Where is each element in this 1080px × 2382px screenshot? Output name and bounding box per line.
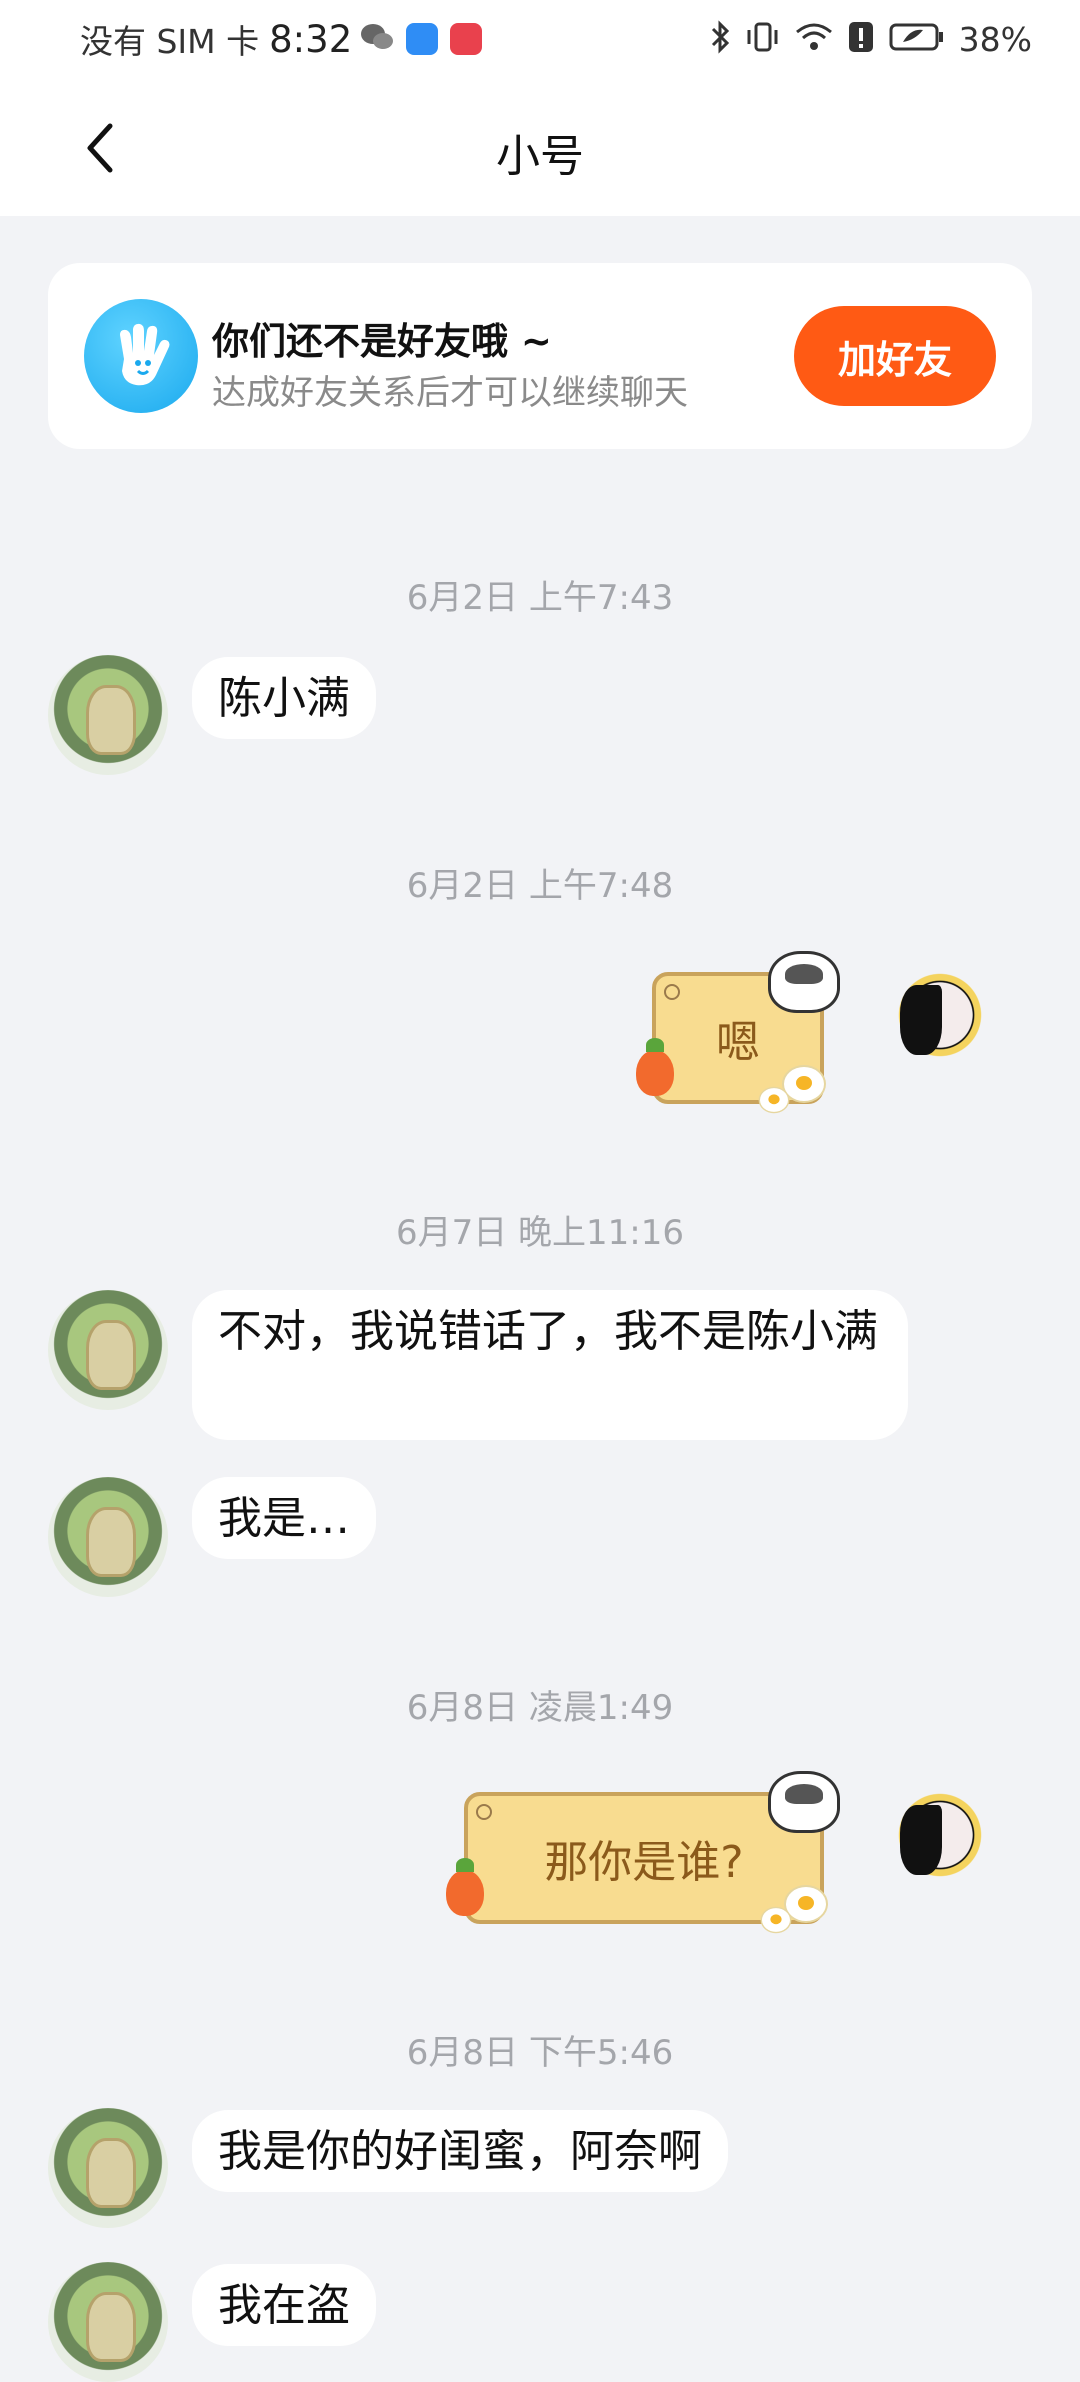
hand-wave-icon <box>84 299 198 413</box>
message-bubble[interactable]: 我在盗 <box>192 2264 376 2346</box>
my-avatar[interactable] <box>880 1775 1000 1895</box>
contact-avatar[interactable] <box>48 655 168 775</box>
sticker-text: 那你是谁? <box>544 1837 744 1888</box>
message-bubble[interactable]: 不对，我说错话了，我不是陈小满 <box>192 1290 908 1440</box>
timestamp: 6月7日 晚上11:16 <box>395 1213 685 1253</box>
timestamp: 6月2日 上午7:48 <box>406 866 674 906</box>
wechat-icon <box>360 22 394 56</box>
timestamp: 6月8日 下午5:46 <box>406 2033 674 2073</box>
battery-percent: 38% <box>958 19 1032 59</box>
banner-title: 你们还不是好友哦 ~ <box>212 320 552 363</box>
my-avatar[interactable] <box>880 955 1000 1075</box>
contact-avatar[interactable] <box>48 2108 168 2228</box>
contact-avatar[interactable] <box>48 2262 168 2382</box>
huawei-app-icon <box>450 23 483 55</box>
message-bubble[interactable]: 我是… <box>192 1477 376 1559</box>
vibrate-icon <box>745 20 781 58</box>
status-left: 没有 SIM 卡 8:32 <box>80 14 483 64</box>
message-bubble[interactable]: 陈小满 <box>192 657 376 739</box>
sticker-message[interactable]: 嗯 <box>628 945 846 1115</box>
alert-icon <box>847 20 875 58</box>
chat-title: 小号 <box>496 131 584 182</box>
clock: 8:32 <box>269 17 353 61</box>
timestamp: 6月2日 上午7:43 <box>406 578 674 618</box>
add-friend-button[interactable]: 加好友 <box>794 306 996 406</box>
bluetooth-icon <box>709 20 731 58</box>
battery-icon <box>889 22 945 56</box>
status-right: 38% <box>709 14 1032 64</box>
status-bar: 没有 SIM 卡 8:32 38% <box>0 0 1080 80</box>
chat-header: 小号 <box>0 80 1080 216</box>
contact-avatar[interactable] <box>48 1477 168 1597</box>
sticker-text: 嗯 <box>716 1017 760 1068</box>
not-friends-banner: 你们还不是好友哦 ~ 达成好友关系后才可以继续聊天 加好友 <box>48 263 1032 449</box>
sticker-message[interactable]: 那你是谁? <box>438 1765 846 1935</box>
carrier-label: 没有 SIM 卡 <box>80 22 260 61</box>
banner-subtitle: 达成好友关系后才可以继续聊天 <box>212 373 688 413</box>
wifi-icon <box>795 22 833 56</box>
weather-app-icon <box>406 23 439 55</box>
message-bubble[interactable]: 我是你的好闺蜜，阿奈啊 <box>192 2110 728 2192</box>
contact-avatar[interactable] <box>48 1290 168 1410</box>
timestamp: 6月8日 凌晨1:49 <box>406 1688 674 1728</box>
